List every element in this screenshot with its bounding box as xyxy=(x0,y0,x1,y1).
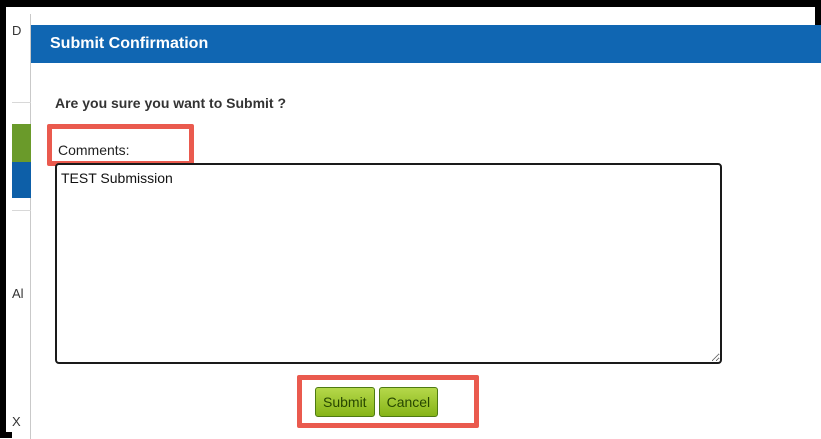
background-text-fragment: D xyxy=(12,23,22,38)
comments-textarea[interactable]: TEST Submission xyxy=(55,163,722,364)
screenshot-frame: D Al X Submit Confirmation Are you sure … xyxy=(0,0,821,439)
cancel-button[interactable]: Cancel xyxy=(378,387,439,417)
background-divider xyxy=(12,210,31,211)
submit-confirmation-dialog: Submit Confirmation Are you sure you wan… xyxy=(31,25,821,439)
background-divider xyxy=(12,102,31,103)
confirmation-question: Are you sure you want to Submit ? xyxy=(55,95,287,111)
comments-label: Comments: xyxy=(58,142,130,158)
background-text-fragment: X xyxy=(12,414,21,429)
submit-button[interactable]: Submit xyxy=(315,387,375,417)
dialog-button-group: Submit Cancel xyxy=(315,387,439,417)
background-page: D Al X xyxy=(12,14,31,439)
background-text-fragment: Al xyxy=(12,286,24,301)
background-blue-bar xyxy=(12,162,31,198)
background-green-bar xyxy=(12,124,31,162)
dialog-title: Submit Confirmation xyxy=(31,25,821,63)
